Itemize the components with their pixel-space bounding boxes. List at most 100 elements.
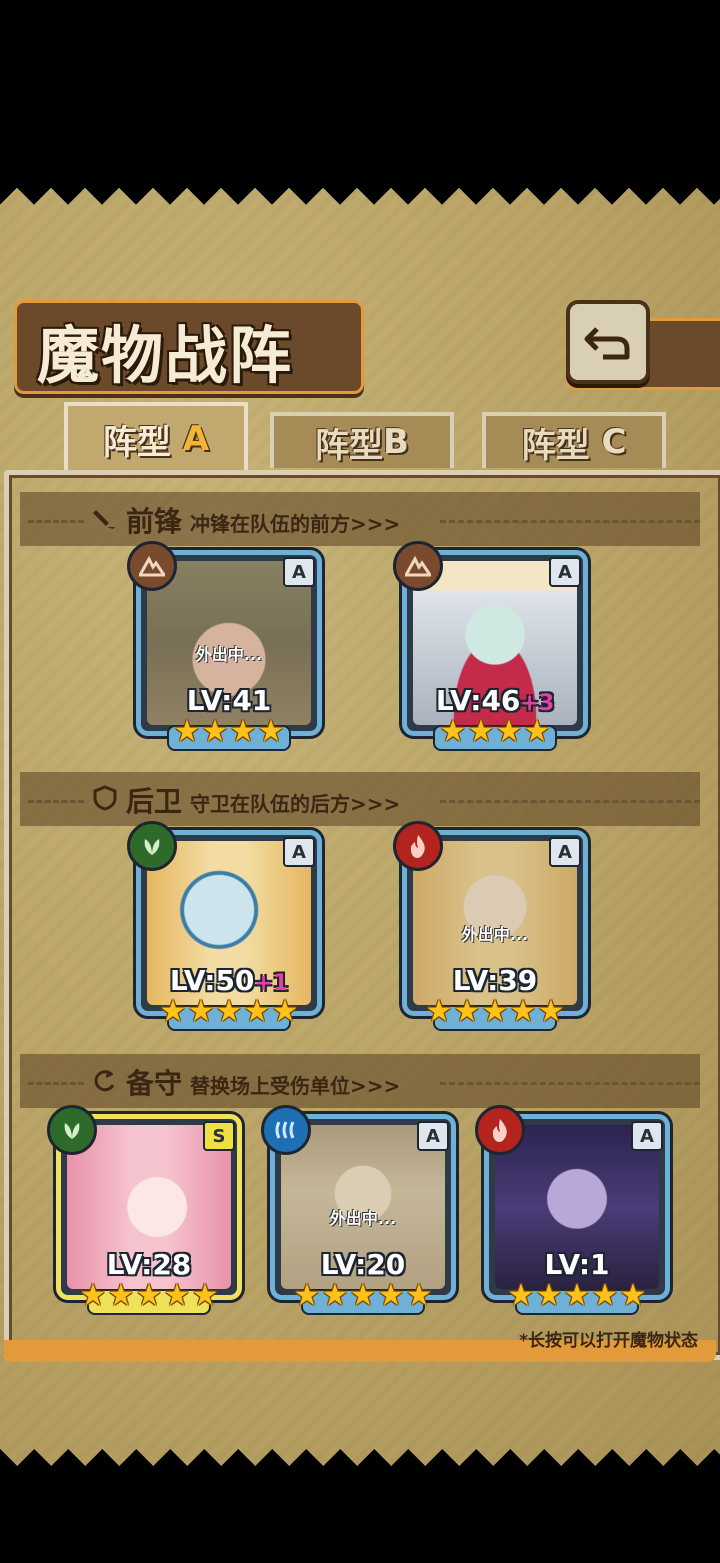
rank-badge: A: [549, 557, 581, 587]
star-icon: ★: [453, 994, 481, 1029]
level-text: LV:39: [452, 964, 538, 997]
rearguard-desc: 守卫在队伍的后方>>>: [190, 792, 401, 816]
star-icon: ★: [187, 994, 215, 1029]
star-icon: ★: [191, 1278, 219, 1313]
star-rating: ★ ★ ★ ★ ★: [403, 997, 587, 1031]
level-bonus: +1: [254, 971, 289, 996]
monster-level: LV:1: [495, 1248, 659, 1281]
divider: [28, 1082, 84, 1087]
divider: [28, 800, 84, 805]
star-icon: ★: [405, 1278, 433, 1313]
back-button[interactable]: [566, 300, 650, 384]
sword-icon: [92, 506, 118, 532]
star-icon: ★: [507, 1278, 535, 1313]
star-rating: ★ ★ ★ ★ ★: [485, 1281, 669, 1315]
back-arrow-icon: [584, 327, 630, 360]
tab-formation-a[interactable]: 阵型 A: [64, 402, 248, 472]
panel-bottom-edge: [0, 1432, 720, 1466]
divider: [440, 800, 700, 805]
star-rating: ★ ★ ★ ★ ★: [271, 1281, 455, 1315]
page-title: 魔物战阵: [37, 319, 294, 392]
tab-formation-c-label: 阵型: [521, 425, 590, 466]
star-icon: ★: [79, 1278, 107, 1313]
away-status: 外出中...: [329, 1209, 397, 1228]
star-icon: ★: [293, 1278, 321, 1313]
star-icon: ★: [619, 1278, 647, 1313]
star-icon: ★: [257, 714, 285, 749]
reserve-desc: 替换场上受伤单位>>>: [190, 1074, 401, 1098]
star-icon: ★: [243, 994, 271, 1029]
rearguard-header: 后卫 守卫在队伍的后方>>>: [92, 780, 400, 820]
monster-level: LV:28: [67, 1248, 231, 1281]
shield-icon: [92, 785, 118, 811]
fire-icon: [475, 1105, 525, 1155]
earth-icon: [127, 541, 177, 591]
away-status: 外出中...: [461, 925, 529, 944]
divider: [440, 1082, 700, 1087]
monster-level: LV:41: [147, 684, 311, 717]
monster-card-vanguard-1[interactable]: 外出中... LV:41 A ★ ★ ★ ★: [127, 541, 322, 751]
tab-formation-b[interactable]: 阵型 B: [270, 412, 454, 468]
level-text: LV:46: [435, 684, 521, 717]
star-icon: ★: [535, 1278, 563, 1313]
monster-level: LV:20: [281, 1248, 445, 1281]
tab-formation-b-letter: B: [383, 422, 409, 462]
star-icon: ★: [439, 714, 467, 749]
reserve-header: 备守 替换场上受伤单位>>>: [92, 1062, 400, 1102]
monster-card-reserve-3[interactable]: LV:1 A ★ ★ ★ ★ ★: [475, 1105, 670, 1315]
star-icon: ★: [349, 1278, 377, 1313]
vanguard-desc: 冲锋在队伍的前方>>>: [190, 512, 401, 536]
water-icon: [261, 1105, 311, 1155]
monster-card-rearguard-1[interactable]: LV:50+1 A ★ ★ ★ ★ ★: [127, 821, 322, 1031]
star-icon: ★: [523, 714, 551, 749]
star-rating: ★ ★ ★ ★: [137, 717, 321, 751]
fire-icon: [393, 821, 443, 871]
leaf-icon: [47, 1105, 97, 1155]
monster-card-reserve-1[interactable]: LV:28 S ★ ★ ★ ★ ★: [47, 1105, 242, 1315]
level-text: LV:41: [186, 684, 272, 717]
level-text: LV:1: [544, 1248, 610, 1281]
rearguard-title: 后卫: [126, 785, 183, 818]
star-icon: ★: [537, 994, 565, 1029]
star-icon: ★: [215, 994, 243, 1029]
swap-icon: [92, 1067, 118, 1093]
formation-tabs: 阵型 A 阵型 B 阵型 C: [12, 398, 712, 472]
earth-icon: [393, 541, 443, 591]
monster-card-vanguard-2[interactable]: LV:46+3 A ★ ★ ★ ★: [393, 541, 588, 751]
monster-level: LV:46+3: [413, 684, 577, 717]
away-status: 外出中...: [195, 645, 263, 664]
tab-formation-a-letter: A: [182, 419, 210, 459]
star-icon: ★: [481, 994, 509, 1029]
rank-badge: A: [549, 837, 581, 867]
rank-badge: A: [417, 1121, 449, 1151]
rank-badge: A: [283, 557, 315, 587]
rank-badge: A: [631, 1121, 663, 1151]
star-icon: ★: [425, 994, 453, 1029]
star-icon: ★: [509, 994, 537, 1029]
star-icon: ★: [377, 1278, 405, 1313]
hint-text: *长按可以打开魔物状态: [519, 1331, 698, 1351]
monster-card-rearguard-2[interactable]: 外出中... LV:39 A ★ ★ ★ ★ ★: [393, 821, 588, 1031]
star-icon: ★: [467, 714, 495, 749]
star-icon: ★: [495, 714, 523, 749]
tab-formation-c[interactable]: 阵型 C: [482, 412, 666, 468]
star-rating: ★ ★ ★ ★ ★: [57, 1281, 241, 1315]
star-icon: ★: [563, 1278, 591, 1313]
star-rating: ★ ★ ★ ★: [403, 717, 587, 751]
vanguard-title: 前锋: [126, 505, 183, 538]
vanguard-header: 前锋 冲锋在队伍的前方>>>: [92, 500, 400, 540]
rank-badge: S: [203, 1121, 235, 1151]
star-icon: ★: [271, 994, 299, 1029]
star-icon: ★: [163, 1278, 191, 1313]
star-icon: ★: [159, 994, 187, 1029]
star-icon: ★: [135, 1278, 163, 1313]
level-text: LV:28: [106, 1248, 192, 1281]
divider: [28, 520, 84, 525]
tab-formation-c-letter: C: [601, 422, 627, 462]
star-rating: ★ ★ ★ ★ ★: [137, 997, 321, 1031]
level-text: LV:50: [169, 964, 255, 997]
star-icon: ★: [173, 714, 201, 749]
monster-card-reserve-2[interactable]: 外出中... LV:20 A ★ ★ ★ ★ ★: [261, 1105, 456, 1315]
reserve-title: 备守: [126, 1067, 183, 1100]
title-banner: 魔物战阵: [14, 300, 364, 394]
